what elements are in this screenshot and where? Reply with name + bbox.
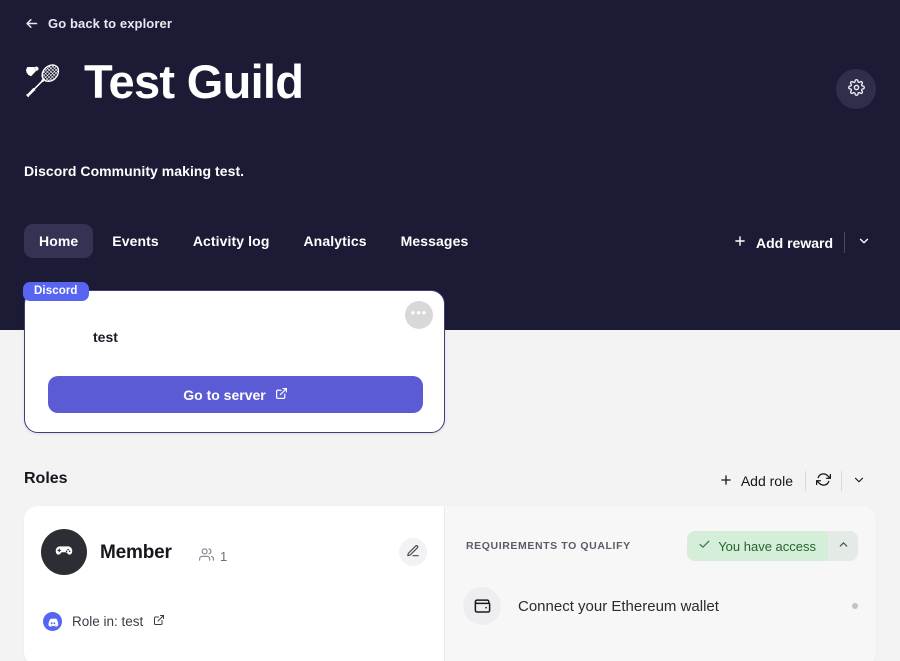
requirements-collapse-button[interactable] (828, 531, 858, 561)
requirement-text: Connect your Ethereum wallet (518, 597, 719, 615)
role-member-count-value: 1 (220, 548, 228, 564)
back-to-explorer-link[interactable]: Go back to explorer (24, 16, 172, 31)
guild-description: Discord Community making test. (24, 163, 245, 179)
roles-section-title: Roles (24, 470, 68, 487)
role-member-count: 1 (199, 547, 227, 565)
tab-messages[interactable]: Messages (386, 224, 484, 258)
role-in-link[interactable]: Role in: test (43, 612, 165, 631)
gear-icon (847, 79, 865, 99)
platform-card-more-button[interactable]: ••• (405, 301, 433, 329)
chevron-up-icon (837, 538, 850, 554)
requirement-item: Connect your Ethereum wallet (463, 587, 858, 625)
plus-icon (733, 234, 747, 251)
go-to-server-button[interactable]: Go to server (48, 376, 423, 413)
access-status: You have access (687, 531, 828, 561)
add-reward-label: Add reward (755, 234, 833, 251)
back-to-explorer-label: Go back to explorer (48, 16, 172, 31)
roles-action-group: Add role (715, 468, 876, 494)
check-icon (698, 538, 711, 554)
tab-bar: Home Events Activity log Analytics Messa… (24, 224, 483, 258)
pencil-icon (406, 544, 420, 561)
chevron-down-icon (852, 473, 866, 490)
chevron-down-icon (857, 234, 871, 251)
go-to-server-label: Go to server (183, 386, 266, 403)
plus-icon (719, 473, 733, 490)
add-reward-dropdown-button[interactable] (845, 230, 876, 255)
platform-badge: Discord (23, 282, 89, 301)
users-icon (199, 547, 214, 565)
roles-dropdown-button[interactable] (842, 469, 876, 494)
discord-icon (43, 612, 62, 631)
add-reward-button[interactable]: Add reward (729, 230, 844, 255)
gamepad-icon (53, 539, 75, 566)
wallet-icon (463, 587, 501, 625)
external-link-icon (275, 387, 288, 403)
requirements-pane: REQUIREMENTS TO QUALIFY You have access (445, 506, 876, 661)
role-card-member: Member 1 Role in: test REQUIREMENTS TO Q… (24, 506, 876, 661)
page-hero: Go back to explorer 🏸 Test Guild Discord… (0, 0, 900, 330)
status-badge: You have access (687, 531, 858, 561)
page-title: Test Guild (84, 55, 304, 108)
badminton-racket-icon: 🏸 (24, 64, 62, 98)
platform-card-discord: Discord ••• test Go to server (23, 282, 445, 433)
arrow-left-icon (24, 16, 39, 31)
role-card-left-pane: Member 1 Role in: test (24, 506, 445, 661)
platform-card-name: test (93, 329, 118, 345)
refresh-icon (816, 472, 831, 490)
refresh-roles-button[interactable] (806, 468, 841, 494)
tab-analytics[interactable]: Analytics (288, 224, 381, 258)
role-name: Member (100, 542, 172, 563)
tab-activity-log[interactable]: Activity log (178, 224, 285, 258)
requirement-status-dot (852, 603, 858, 609)
tab-events[interactable]: Events (97, 224, 174, 258)
settings-button[interactable] (836, 69, 876, 109)
requirements-title: REQUIREMENTS TO QUALIFY (466, 540, 631, 552)
add-role-button[interactable]: Add role (715, 469, 805, 494)
access-status-label: You have access (718, 538, 816, 554)
add-role-label: Add role (740, 473, 793, 489)
guild-title-row: 🏸 Test Guild (24, 55, 304, 108)
role-in-label: Role in: test (72, 614, 144, 629)
hero-action-group: Add reward (729, 230, 876, 255)
tab-home[interactable]: Home (24, 224, 94, 258)
external-link-icon (153, 614, 165, 629)
edit-role-button[interactable] (399, 538, 427, 566)
avatar (41, 529, 87, 575)
